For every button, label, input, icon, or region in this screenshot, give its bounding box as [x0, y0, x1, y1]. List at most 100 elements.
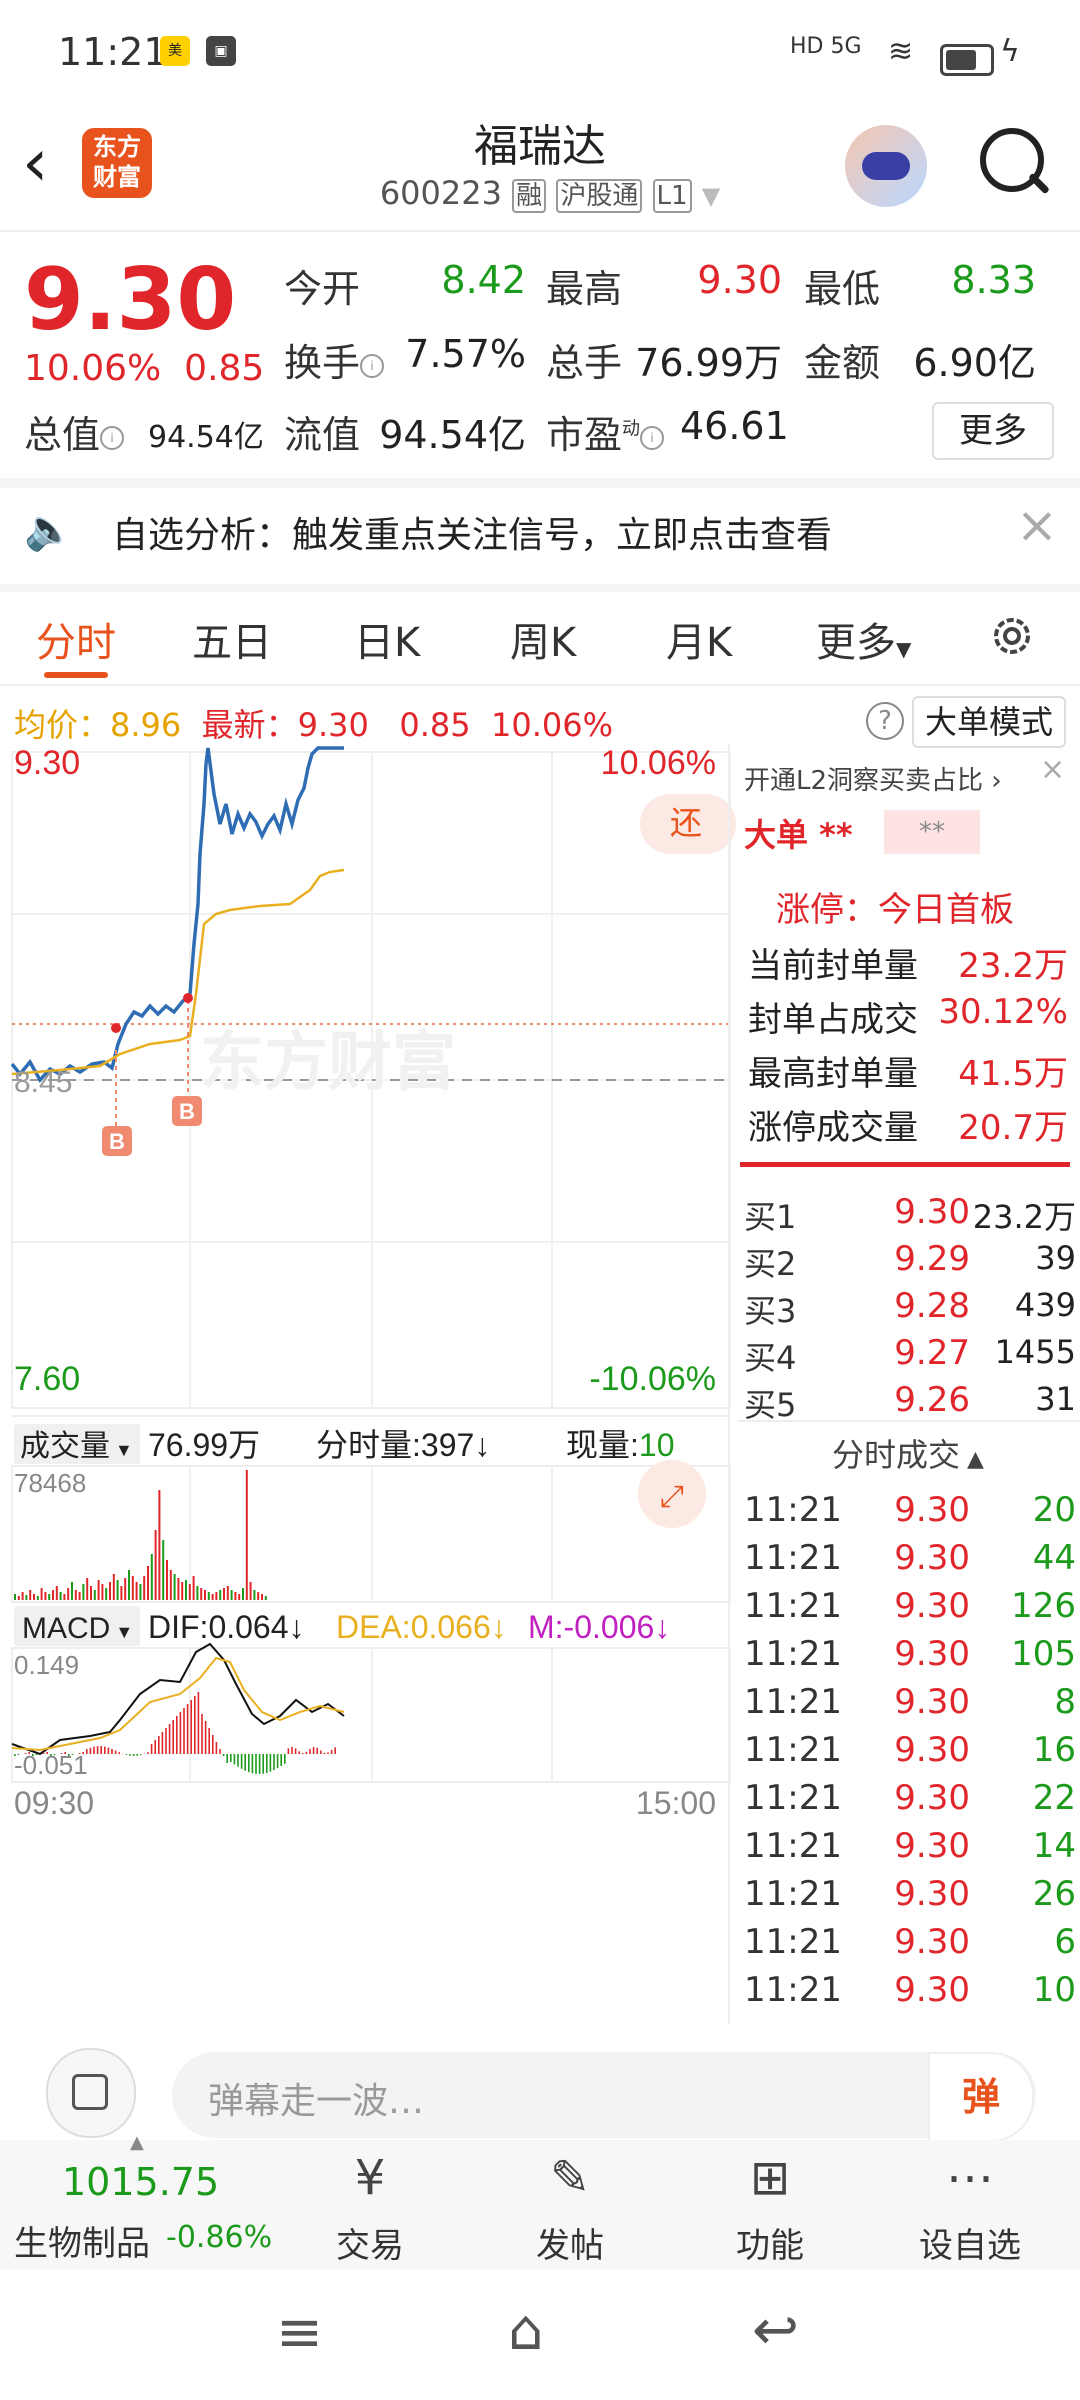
more-quote-button[interactable]: 更多: [932, 402, 1054, 460]
tick-volume: 8: [1054, 1682, 1076, 1722]
nav-trade[interactable]: 交易: [290, 2218, 450, 2267]
status-bar: 11:21 美 ▣ HD 5G ≋ ϟ: [0, 0, 1080, 110]
tick-volume: 22: [1032, 1778, 1076, 1818]
macd-bar: [298, 1751, 300, 1754]
meituan-icon: 美: [160, 36, 190, 66]
menu-icon[interactable]: ≡: [276, 2300, 323, 2365]
macd-bar: [100, 1746, 102, 1754]
danmu-send-button[interactable]: 弹: [928, 2052, 1034, 2142]
macd-bar: [147, 1752, 149, 1754]
volume-bar: [109, 1582, 111, 1600]
volume-bar: [135, 1582, 138, 1600]
volume-bar: [14, 1594, 16, 1600]
tick-title[interactable]: 分时成交 ▲: [832, 1430, 984, 1476]
l2-link[interactable]: 开通L2洞察买卖占比 ›: [744, 760, 1002, 797]
volume-bar: [78, 1592, 81, 1600]
bid-label: 买4: [744, 1339, 797, 1377]
tab-monthly-k[interactable]: 月K: [666, 610, 732, 668]
tick-price: 9.30: [894, 1634, 970, 1674]
macd-bar: [269, 1754, 272, 1772]
return-icon[interactable]: ↩: [752, 2298, 799, 2363]
volume-bar: [21, 1592, 24, 1600]
volume-bar: [143, 1576, 146, 1600]
tick-time: 11:21: [744, 1490, 842, 1530]
home-icon[interactable]: ⌂: [508, 2298, 544, 2363]
stat-value: 23.2万: [958, 946, 1068, 986]
network-text: HD 5G: [790, 34, 862, 59]
macd-bar: [35, 1754, 38, 1755]
tick-price: 9.30: [894, 1874, 970, 1914]
volume-bar: [245, 1470, 248, 1600]
index-value[interactable]: 1015.75: [62, 2160, 219, 2204]
tick-price: 9.30: [894, 1538, 970, 1578]
macd-bar: [190, 1700, 192, 1754]
turnover-label: 换手 i: [284, 332, 385, 387]
tab-intraday[interactable]: 分时: [36, 610, 116, 668]
nav-post[interactable]: 发帖: [490, 2218, 650, 2267]
macd-bar: [179, 1712, 182, 1754]
expand-icon: ⤢: [660, 1480, 684, 1513]
close-icon[interactable]: ×: [1016, 500, 1058, 550]
post-icon[interactable]: ✎: [490, 2150, 650, 2206]
macd-bar: [50, 1754, 52, 1756]
volume-bar: [63, 1594, 66, 1600]
stock-name: 福瑞达: [474, 121, 606, 172]
chart-bottom-price: 7.60: [14, 1360, 80, 1398]
big-order-mode-button[interactable]: 大单模式: [912, 696, 1066, 748]
nav-add-watchlist[interactable]: 设自选: [890, 2218, 1050, 2267]
tab-five-day[interactable]: 五日: [192, 610, 272, 668]
macd-bar: [125, 1754, 128, 1755]
high-label: 最高: [546, 267, 623, 311]
index-name[interactable]: 生物制品: [14, 2216, 150, 2265]
notice-text[interactable]: 自选分析：触发重点关注信号，立即点击查看: [112, 506, 832, 558]
volume-bar: [150, 1554, 153, 1600]
doc-settings-button[interactable]: [46, 2048, 136, 2138]
macd-bar: [284, 1754, 286, 1764]
amount-label: 金额: [804, 341, 881, 385]
time-end: 15:00: [636, 1785, 716, 1821]
stat-label: 最高封单量: [748, 1054, 918, 1094]
volume-bar: [128, 1570, 130, 1600]
volume-bar: [112, 1574, 115, 1600]
volume-bar: [192, 1576, 195, 1600]
close-panel-icon[interactable]: ×: [1040, 752, 1065, 787]
tick-time: 11:21: [744, 1970, 842, 2010]
tick-time: 11:21: [744, 1538, 842, 1578]
macd-m: M:-0.006↓: [528, 1609, 670, 1645]
volume-bar: [59, 1592, 62, 1600]
macd-bar: [136, 1754, 138, 1756]
tab-weekly-k[interactable]: 周K: [510, 610, 576, 668]
help-icon[interactable]: ?: [866, 702, 904, 740]
trade-icon[interactable]: ¥: [290, 2150, 450, 2206]
vol-max: 78468: [14, 1468, 86, 1498]
gear-icon[interactable]: [988, 612, 1036, 660]
macd-bar: [208, 1728, 210, 1754]
macd-bar: [46, 1752, 48, 1754]
macd-bar: [86, 1749, 88, 1754]
macd-bar: [312, 1747, 315, 1754]
tick-time: 11:21: [744, 1874, 842, 1914]
nav-function[interactable]: 功能: [690, 2218, 850, 2267]
chevron-down-icon[interactable]: ▼: [702, 182, 720, 210]
eastmoney-logo: 东方 财富: [82, 128, 152, 198]
macd-bar: [215, 1742, 218, 1754]
chart-mid-price: 8.45: [14, 1066, 72, 1099]
macd-bar: [222, 1754, 225, 1756]
float-cap-label: 流值: [284, 413, 361, 457]
bid-label: 买1: [744, 1198, 797, 1236]
tab-daily-k[interactable]: 日K: [354, 610, 420, 668]
back-icon[interactable]: ‹: [22, 130, 48, 196]
buy-marker-2-label: B: [179, 1099, 195, 1124]
macd-bar: [118, 1752, 120, 1754]
volume-bar: [86, 1578, 89, 1600]
danmu-placeholder: 弹幕走一波…: [208, 2081, 425, 2122]
function-icon[interactable]: ⊞: [690, 2150, 850, 2206]
macd-bar: [32, 1754, 34, 1756]
intraday-chart[interactable]: B B 9.30 10.06% 7.60 -10.06% 8.45 东方财富 还…: [0, 744, 736, 2024]
wifi-icon: ≋: [888, 34, 914, 69]
volume-bar: [93, 1590, 96, 1600]
big-order-label: 大单 **: [744, 816, 853, 854]
add-watchlist-icon[interactable]: ⋯: [890, 2150, 1050, 2206]
tab-more[interactable]: 更多▼: [816, 610, 911, 668]
volume-bar: [124, 1578, 127, 1600]
